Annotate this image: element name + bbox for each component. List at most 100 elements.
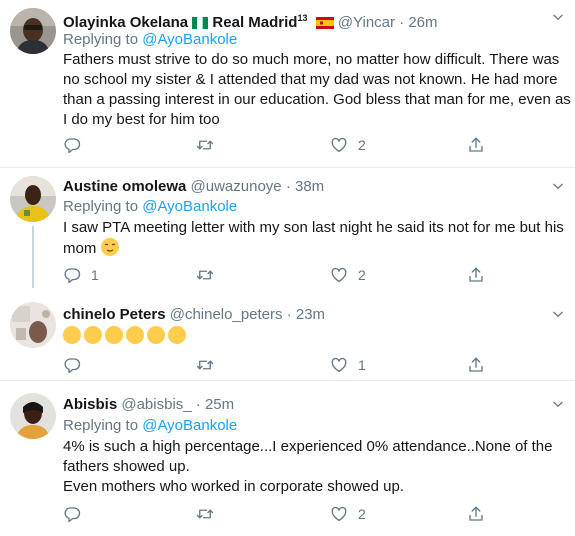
- tears-of-joy-emoji-icon: [84, 326, 102, 344]
- tweet-text: 4% is such a high percentage...I experie…: [63, 437, 563, 497]
- retweet-button[interactable]: [196, 266, 224, 284]
- like-button[interactable]: 1: [330, 356, 366, 374]
- replying-to-label: Replying to: [63, 417, 139, 434]
- replying-to-label: Replying to: [63, 31, 139, 48]
- tweet-text-line: no school my sister & I attended that my…: [63, 71, 558, 88]
- separator-dot: ·: [399, 14, 405, 31]
- replying-to-label: Replying to: [63, 198, 139, 215]
- display-name[interactable]: Olayinka Okelana: [63, 14, 188, 31]
- replying-to: Replying to @AyoBankole: [63, 416, 237, 436]
- tweet-emoji-row: [63, 326, 563, 347]
- tweet[interactable]: Abisbis @abisbis_ · 25m Replying to @Ayo…: [0, 381, 575, 536]
- like-count: 2: [358, 137, 366, 153]
- timestamp[interactable]: 25m: [205, 396, 234, 413]
- reply-count: 1: [91, 267, 99, 283]
- like-button[interactable]: 2: [330, 266, 366, 284]
- tweet-text-line: Even mothers who worked in corporate sho…: [63, 478, 405, 495]
- tweet-actions: 1: [63, 356, 533, 376]
- spain-flag-icon: [315, 17, 334, 29]
- replying-to: Replying to @AyoBankole: [63, 197, 237, 217]
- display-name[interactable]: chinelo Peters: [63, 306, 166, 323]
- avatar[interactable]: [10, 8, 56, 54]
- display-name[interactable]: Abisbis: [63, 396, 117, 413]
- display-name-suffix[interactable]: Real Madrid: [212, 14, 297, 31]
- tweet-header: Austine omolewa @uwazunoye · 38m: [63, 177, 324, 197]
- like-icon: [330, 266, 348, 284]
- tweet-text-line: I saw PTA meeting letter with my son las…: [63, 219, 564, 236]
- tweet-text-line: mom: [63, 240, 97, 257]
- smiley-emoji-icon: [126, 326, 144, 344]
- timestamp[interactable]: 26m: [408, 14, 437, 31]
- smile-emoji-icon: [147, 326, 165, 344]
- retweet-button[interactable]: [196, 136, 224, 154]
- avatar[interactable]: [10, 393, 56, 439]
- like-icon: [330, 505, 348, 523]
- like-button[interactable]: 2: [330, 505, 366, 523]
- reply-icon: [63, 505, 81, 523]
- relieved-face-emoji-icon: [100, 238, 119, 256]
- user-handle[interactable]: @Yincar: [338, 14, 395, 31]
- reply-button[interactable]: 1: [63, 266, 99, 284]
- tweet-actions: 2: [63, 505, 533, 525]
- user-handle[interactable]: @uwazunoye: [191, 178, 282, 195]
- caret-down-icon[interactable]: [551, 10, 565, 24]
- like-button[interactable]: 2: [330, 136, 366, 154]
- replying-to-link[interactable]: @AyoBankole: [142, 198, 237, 215]
- user-handle[interactable]: @chinelo_peters: [170, 306, 283, 323]
- tweet-actions: 1 2: [63, 266, 533, 286]
- reply-icon: [63, 136, 81, 154]
- tweet-text: I saw PTA meeting letter with my son las…: [63, 218, 564, 259]
- share-button[interactable]: [467, 266, 485, 284]
- tweet-actions: 2: [63, 136, 533, 156]
- separator-dot: ·: [195, 396, 201, 413]
- reply-button[interactable]: [63, 356, 91, 374]
- timestamp[interactable]: 23m: [296, 306, 325, 323]
- tweet-text-line: Fathers must strive to do so much more, …: [63, 51, 560, 68]
- retweet-button[interactable]: [196, 356, 224, 374]
- name-superscript: 13: [297, 13, 308, 23]
- avatar[interactable]: [10, 302, 56, 348]
- reply-button[interactable]: [63, 505, 91, 523]
- replying-to: Replying to @AyoBankole: [63, 30, 237, 50]
- retweet-icon: [196, 505, 214, 523]
- timestamp[interactable]: 38m: [295, 178, 324, 195]
- display-name[interactable]: Austine omolewa: [63, 178, 186, 195]
- tweet-header: Abisbis @abisbis_ · 25m: [63, 395, 234, 415]
- like-count: 2: [358, 267, 366, 283]
- replying-to-link[interactable]: @AyoBankole: [142, 31, 237, 48]
- caret-down-icon[interactable]: [551, 179, 565, 193]
- share-button[interactable]: [467, 136, 485, 154]
- retweet-icon: [196, 266, 214, 284]
- thread-line: [32, 226, 34, 288]
- like-count: 2: [358, 506, 366, 522]
- reply-icon: [63, 356, 81, 374]
- separator-dot: ·: [286, 306, 292, 323]
- reply-button[interactable]: [63, 136, 91, 154]
- retweet-button[interactable]: [196, 505, 224, 523]
- like-icon: [330, 136, 348, 154]
- tweet-text-line: than a passing interest in our education…: [63, 91, 571, 108]
- separator-dot: ·: [285, 178, 291, 195]
- caret-down-icon[interactable]: [551, 307, 565, 321]
- tweet[interactable]: chinelo Peters @chinelo_peters · 23m 1: [0, 294, 575, 376]
- replying-to-link[interactable]: @AyoBankole: [142, 417, 237, 434]
- nigeria-flag-icon: [192, 17, 209, 29]
- tweet[interactable]: Olayinka Okelana Real Madrid13 @Yincar ·…: [0, 0, 575, 170]
- retweet-icon: [196, 356, 214, 374]
- rolling-laughing-emoji-icon: [63, 326, 81, 344]
- tweet-text: Fathers must strive to do so much more, …: [63, 50, 571, 130]
- tweet-text-line: fathers showed up.: [63, 458, 190, 475]
- sweat-smile-emoji-icon: [168, 326, 186, 344]
- share-icon: [467, 356, 485, 374]
- caret-down-icon[interactable]: [551, 397, 565, 411]
- tweet-text-line: I do my best for him too: [63, 111, 220, 128]
- tweet[interactable]: Austine omolewa @uwazunoye · 38m Replyin…: [0, 168, 575, 294]
- avatar[interactable]: [10, 176, 56, 222]
- grinning-face-emoji-icon: [105, 326, 123, 344]
- tweet-header: chinelo Peters @chinelo_peters · 23m: [63, 305, 325, 325]
- share-button[interactable]: [467, 356, 485, 374]
- user-handle[interactable]: @abisbis_: [121, 396, 191, 413]
- reply-icon: [63, 266, 81, 284]
- share-button[interactable]: [467, 505, 485, 523]
- retweet-icon: [196, 136, 214, 154]
